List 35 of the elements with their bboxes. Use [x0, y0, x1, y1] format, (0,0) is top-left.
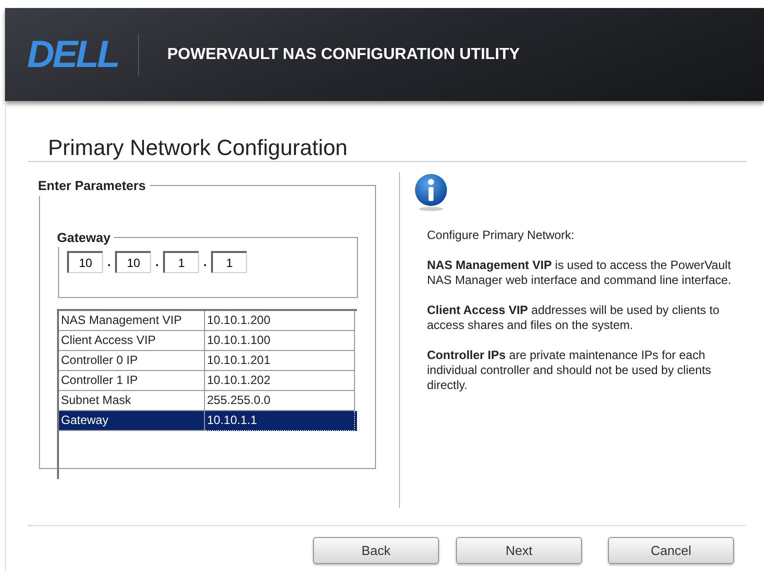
table-cell: NAS Management VIP	[59, 310, 205, 330]
info-text: Client Access VIP addresses will be used by clients to access shares and files on the system.	[427, 303, 720, 333]
info-icon	[414, 174, 448, 212]
app-title: POWERVAULT NAS CONFIGURATION UTILITY	[167, 44, 520, 64]
info-text: Controller IPs are private maintenance IPs for each individual controller and should not be used by clients directly.	[427, 348, 712, 393]
back-button[interactable]: Back	[313, 537, 439, 564]
table-cell: 10.10.1.200	[205, 310, 355, 330]
info-text: Configure Primary Network:	[427, 228, 576, 243]
logo: DELL	[27, 36, 118, 74]
octet-field[interactable]: 10	[115, 251, 151, 273]
dot-separator: .	[202, 254, 208, 271]
table-row[interactable]: Controller 0 IP 10.10.1.201	[59, 350, 357, 370]
table-cell: Controller 1 IP	[59, 370, 205, 390]
cancel-button[interactable]: Cancel	[608, 537, 734, 564]
info-text: NAS Management VIP is used to access the PowerVault NAS Manager web interface and command line interface.	[427, 258, 732, 288]
dot-separator: .	[154, 254, 160, 271]
table-cell: Gateway	[59, 410, 205, 430]
next-button[interactable]: Next	[456, 537, 582, 564]
group-label: Gateway	[57, 228, 112, 247]
table-cell: 10.10.1.202	[205, 370, 355, 390]
table-row[interactable]: NAS Management VIP 10.10.1.200	[59, 310, 357, 330]
table-row[interactable]: Gateway 10.10.1.1	[59, 410, 357, 430]
table-cell: 10.10.1.201	[205, 350, 355, 370]
table-cell: Controller 0 IP	[59, 350, 205, 370]
table-cell: 10.10.1.1	[205, 410, 355, 430]
table-row[interactable]: Controller 1 IP 10.10.1.202	[59, 370, 357, 390]
dot-separator: .	[106, 254, 112, 271]
octet-field[interactable]: 1	[163, 251, 199, 273]
page-title: Primary Network Configuration	[48, 134, 348, 162]
octet-field[interactable]: 1	[211, 251, 247, 273]
table-cell: Client Access VIP	[59, 330, 205, 350]
table-cell: 10.10.1.100	[205, 330, 355, 350]
octet-field[interactable]: 10	[67, 251, 103, 273]
table-row[interactable]: Client Access VIP 10.10.1.100	[59, 330, 357, 350]
group-label: Enter Parameters	[38, 177, 147, 195]
